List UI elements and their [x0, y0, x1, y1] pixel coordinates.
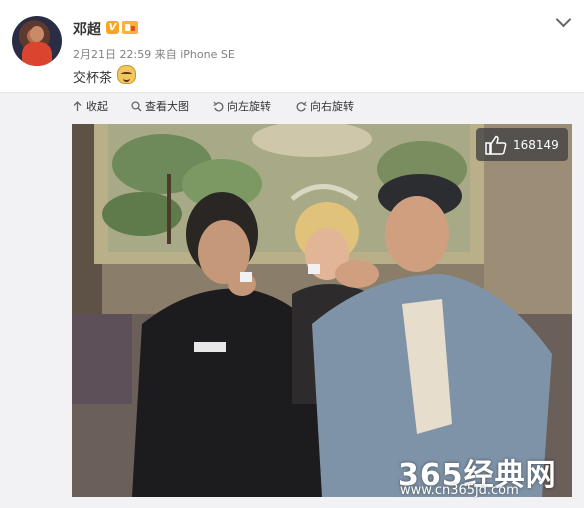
- chevron-down-icon[interactable]: [555, 11, 572, 28]
- like-count: 168149: [513, 137, 559, 152]
- watermark: 365经典网 www.cn365jd.com: [398, 450, 576, 500]
- view-large-button[interactable]: 查看大图: [131, 98, 189, 114]
- level-badge-icon: [122, 21, 138, 34]
- avatar-body: [22, 42, 52, 66]
- avatar-head: [30, 26, 44, 42]
- post-photo[interactable]: [72, 124, 572, 497]
- post-source[interactable]: iPhone SE: [180, 48, 235, 61]
- rotate-left-label: 向左旋转: [227, 100, 271, 113]
- collapse-button[interactable]: 收起: [72, 98, 108, 114]
- source-prefix: 来自: [154, 48, 177, 61]
- thumbs-up-icon: [485, 135, 507, 155]
- rotate-left-icon: [213, 101, 224, 111]
- collapse-label: 收起: [86, 100, 108, 113]
- view-large-label: 查看大图: [145, 100, 189, 113]
- search-icon: [131, 100, 142, 111]
- rotate-right-label: 向右旋转: [310, 100, 354, 113]
- like-button[interactable]: 168149: [476, 128, 568, 161]
- post-date[interactable]: 2月21日 22:59: [73, 48, 151, 61]
- collapse-icon: [73, 100, 82, 111]
- rotate-right-button[interactable]: 向右旋转: [296, 98, 354, 114]
- rotate-right-icon: [296, 101, 307, 111]
- post-text: 交杯茶: [73, 71, 113, 86]
- avatar[interactable]: [12, 16, 62, 66]
- rotate-left-button[interactable]: 向左旋转: [213, 98, 271, 114]
- username[interactable]: 邓超: [73, 19, 101, 39]
- post-meta: 2月21日 22:59 来自 iPhone SE: [73, 46, 235, 62]
- verified-badge: V: [106, 21, 119, 34]
- doge-emoji-icon: [117, 65, 136, 84]
- watermark-url: www.cn365jd.com: [400, 483, 519, 498]
- photo-scene: [72, 124, 572, 497]
